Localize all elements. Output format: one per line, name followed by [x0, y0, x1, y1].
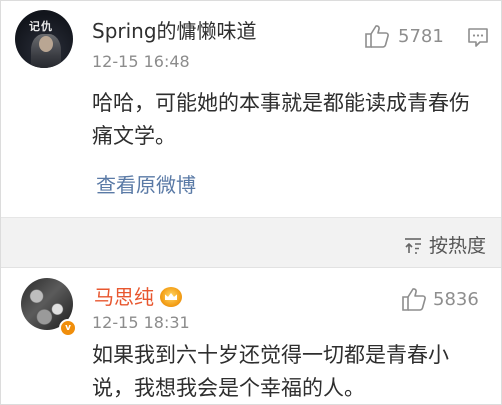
thumbs-up-icon — [365, 25, 389, 48]
avatar-text: 记仇 — [29, 20, 53, 33]
like-count: 5781 — [398, 25, 444, 47]
comment-text: 如果我到六十岁还觉得一切都是青春小说，我想我会是个幸福的人。 — [92, 343, 449, 400]
vip-crown-icon — [160, 287, 182, 307]
avatar[interactable]: 记仇 — [15, 10, 73, 68]
avatar-face — [39, 36, 53, 52]
thumbs-up-icon — [402, 288, 426, 311]
view-original-weibo-link[interactable]: 查看原微博 — [96, 169, 196, 198]
timestamp: 12-15 18:31 — [92, 313, 190, 332]
username[interactable]: Spring的慵懒味道 — [92, 19, 257, 43]
username-row: 马思纯 — [94, 285, 182, 309]
comment-list: 记仇 Spring的慵懒味道 12-15 16:48 5781 哈哈，可能她的本… — [0, 0, 502, 405]
like-button[interactable]: 5836 — [401, 287, 479, 311]
username[interactable]: 马思纯 — [94, 285, 154, 309]
comment-text: 哈哈，可能她的本事就是都能读成青春伤痛文学。 — [92, 91, 470, 148]
like-count: 5836 — [433, 288, 479, 310]
timestamp: 12-15 16:48 — [92, 52, 190, 71]
sort-by-popularity-button[interactable]: 按热度 — [403, 231, 486, 258]
like-button[interactable]: 5781 — [364, 24, 444, 48]
sort-icon — [404, 237, 421, 254]
comment-icon[interactable] — [467, 26, 489, 48]
verified-badge-icon: v — [59, 319, 77, 337]
comment-item: 记仇 Spring的慵懒味道 12-15 16:48 5781 哈哈，可能她的本… — [1, 1, 501, 217]
sort-label: 按热度 — [428, 235, 486, 257]
comment-item: v 马思纯 12-15 18:31 5836 如果我到六十岁还觉得一切都是青春小… — [1, 267, 501, 404]
sort-bar: 按热度 — [1, 217, 501, 268]
